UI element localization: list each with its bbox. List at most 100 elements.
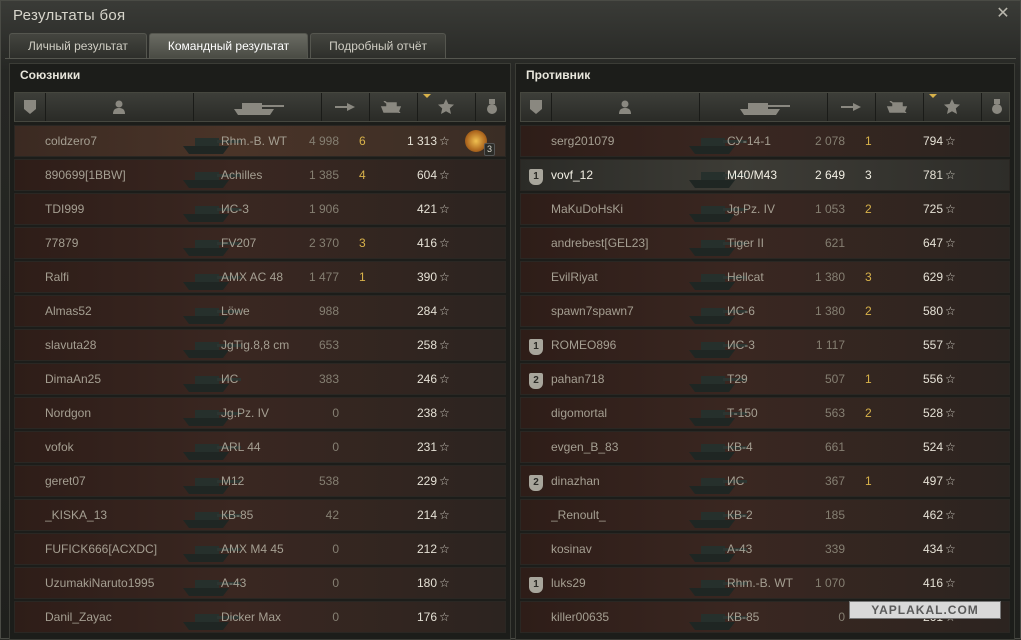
- player-row[interactable]: FUFICK666[ACXDC] AMX M4 45 0 212 ☆: [14, 533, 506, 565]
- damage-value: 661: [824, 440, 845, 454]
- medal-column-icon[interactable]: [475, 93, 509, 121]
- player-name: kosinav: [551, 542, 592, 556]
- damage-value: 185: [824, 508, 845, 522]
- player-row[interactable]: Danil_Zayac Dicker Max 0 176 ☆: [14, 601, 506, 633]
- kills-value: 2: [865, 304, 872, 318]
- experience-value: 557: [922, 338, 943, 352]
- kills-value: [359, 364, 373, 394]
- platoon-cell: [529, 194, 545, 224]
- player-row[interactable]: 1 ROMEO896 ИС-3 1 117 557 ☆: [520, 329, 1010, 361]
- player-row[interactable]: 2 dinazhan ИС 367 1 497 ☆: [520, 465, 1010, 497]
- experience-value: 604: [416, 168, 437, 182]
- player-row[interactable]: _KISKA_13 КВ-85 42 214 ☆: [14, 499, 506, 531]
- allies-panel: Союзники coldzero7 Rhm.-B. WT 4 998 6 1 …: [9, 63, 511, 640]
- platoon-cell: [23, 534, 39, 564]
- player-row[interactable]: evgen_B_83 КВ-4 661 524 ☆: [520, 431, 1010, 463]
- kills-column-icon[interactable]: [875, 93, 924, 121]
- player-row[interactable]: coldzero7 Rhm.-B. WT 4 998 6 1 313 ☆ 3: [14, 125, 506, 157]
- platoon-cell: 2: [529, 466, 545, 496]
- player-row[interactable]: 1 luks29 Rhm.-B. WT 1 070 416 ☆: [520, 567, 1010, 599]
- star-icon: ☆: [945, 168, 956, 182]
- star-icon: ☆: [439, 202, 450, 216]
- player-column-icon[interactable]: [45, 93, 194, 121]
- player-row[interactable]: TDI999 ИС-3 1 906 421 ☆: [14, 193, 506, 225]
- platoon-badge-icon: 1: [529, 339, 543, 355]
- medal-cell: [967, 568, 997, 598]
- experience-value: 781: [922, 168, 943, 182]
- platoon-column-icon[interactable]: [521, 93, 552, 121]
- allies-title: Союзники: [20, 68, 81, 82]
- tab-personal-result[interactable]: Личный результат: [9, 33, 147, 58]
- tab-detailed-report[interactable]: Подробный отчёт: [310, 33, 447, 58]
- kills-value: 6: [359, 134, 366, 148]
- player-row[interactable]: spawn7spawn7 ИС-6 1 380 2 580 ☆: [520, 295, 1010, 327]
- kills-value: [359, 296, 373, 326]
- experience-column-icon[interactable]: [417, 93, 476, 121]
- star-icon: ☆: [439, 304, 450, 318]
- experience-value: 1 313: [406, 134, 437, 148]
- tank-column-icon[interactable]: [699, 93, 828, 121]
- platoon-cell: [529, 432, 545, 462]
- medal-cell: 3: [461, 126, 495, 156]
- player-name: Almas52: [45, 304, 92, 318]
- player-row[interactable]: 77879 FV207 2 370 3 416 ☆: [14, 227, 506, 259]
- experience-value: 180: [416, 576, 437, 590]
- damage-value: 2 370: [308, 236, 339, 250]
- platoon-cell: [23, 330, 39, 360]
- kills-column-icon[interactable]: [369, 93, 418, 121]
- experience-value: 556: [922, 372, 943, 386]
- platoon-cell: [23, 160, 39, 190]
- kills-value: [359, 466, 373, 496]
- player-name: luks29: [551, 576, 586, 590]
- player-row[interactable]: DimaAn25 ИС 383 246 ☆: [14, 363, 506, 395]
- experience-value: 416: [922, 576, 943, 590]
- star-icon: ☆: [439, 406, 450, 420]
- player-name: serg201079: [551, 134, 615, 148]
- player-row[interactable]: Almas52 Löwe 988 284 ☆: [14, 295, 506, 327]
- player-row[interactable]: _Renoult_ КВ-2 185 462 ☆: [520, 499, 1010, 531]
- experience-column-icon[interactable]: [923, 93, 982, 121]
- player-name: _KISKA_13: [45, 508, 108, 522]
- player-name: UzumakiNaruto1995: [45, 576, 155, 590]
- player-row[interactable]: UzumakiNaruto1995 А-43 0 180 ☆: [14, 567, 506, 599]
- medal-cell: [461, 228, 491, 258]
- damage-value: 42: [325, 508, 339, 522]
- experience-value: 580: [922, 304, 943, 318]
- experience-value: 231: [416, 440, 437, 454]
- player-row[interactable]: andrebest[GEL23] Tiger II 621 647 ☆: [520, 227, 1010, 259]
- medal-cell: [967, 534, 997, 564]
- damage-column-icon[interactable]: [321, 93, 370, 121]
- player-row[interactable]: 890699[1BBW] Achilles 1 385 4 604 ☆: [14, 159, 506, 191]
- player-name: Danil_Zayac: [45, 610, 112, 624]
- player-row[interactable]: 1 vovf_12 M40/M43 2 649 3 781 ☆: [520, 159, 1010, 191]
- damage-value: 0: [332, 542, 339, 556]
- player-row[interactable]: Nordgon Jg.Pz. IV 0 238 ☆: [14, 397, 506, 429]
- kills-value: 2: [865, 202, 872, 216]
- enemies-list: serg201079 СУ-14-1 2 078 1 794 ☆ 1 vovf_12 M40/M…: [520, 125, 1010, 635]
- player-row[interactable]: vofok ARL 44 0 231 ☆: [14, 431, 506, 463]
- platoon-cell: [529, 398, 545, 428]
- medal-column-icon[interactable]: [981, 93, 1013, 121]
- player-row[interactable]: slavuta28 JgTig.8,8 cm 653 258 ☆: [14, 329, 506, 361]
- kills-value: 2: [865, 406, 872, 420]
- damage-column-icon[interactable]: [827, 93, 876, 121]
- player-name: digomortal: [551, 406, 608, 420]
- player-row[interactable]: 2 pahan718 T29 507 1 556 ☆: [520, 363, 1010, 395]
- player-row[interactable]: EvilRiyat Hellcat 1 380 3 629 ☆: [520, 261, 1010, 293]
- medal-cell: [461, 330, 491, 360]
- tank-column-icon[interactable]: [193, 93, 322, 121]
- player-row[interactable]: digomortal T-150 563 2 528 ☆: [520, 397, 1010, 429]
- kills-value: [865, 228, 879, 258]
- player-row[interactable]: kosinav А-43 339 434 ☆: [520, 533, 1010, 565]
- damage-value: 383: [318, 372, 339, 386]
- platoon-column-icon[interactable]: [15, 93, 46, 121]
- player-row[interactable]: MaKuDoHsKi Jg.Pz. IV 1 053 2 725 ☆: [520, 193, 1010, 225]
- player-row[interactable]: geret07 M12 538 229 ☆: [14, 465, 506, 497]
- tab-team-result[interactable]: Командный результат: [148, 33, 309, 58]
- close-icon[interactable]: ✕: [994, 5, 1012, 23]
- player-row[interactable]: Ralfi AMX AC 48 1 477 1 390 ☆: [14, 261, 506, 293]
- kills-value: 3: [865, 168, 872, 182]
- player-column-icon[interactable]: [551, 93, 700, 121]
- player-row[interactable]: serg201079 СУ-14-1 2 078 1 794 ☆: [520, 125, 1010, 157]
- medal-icon[interactable]: 3: [465, 130, 495, 156]
